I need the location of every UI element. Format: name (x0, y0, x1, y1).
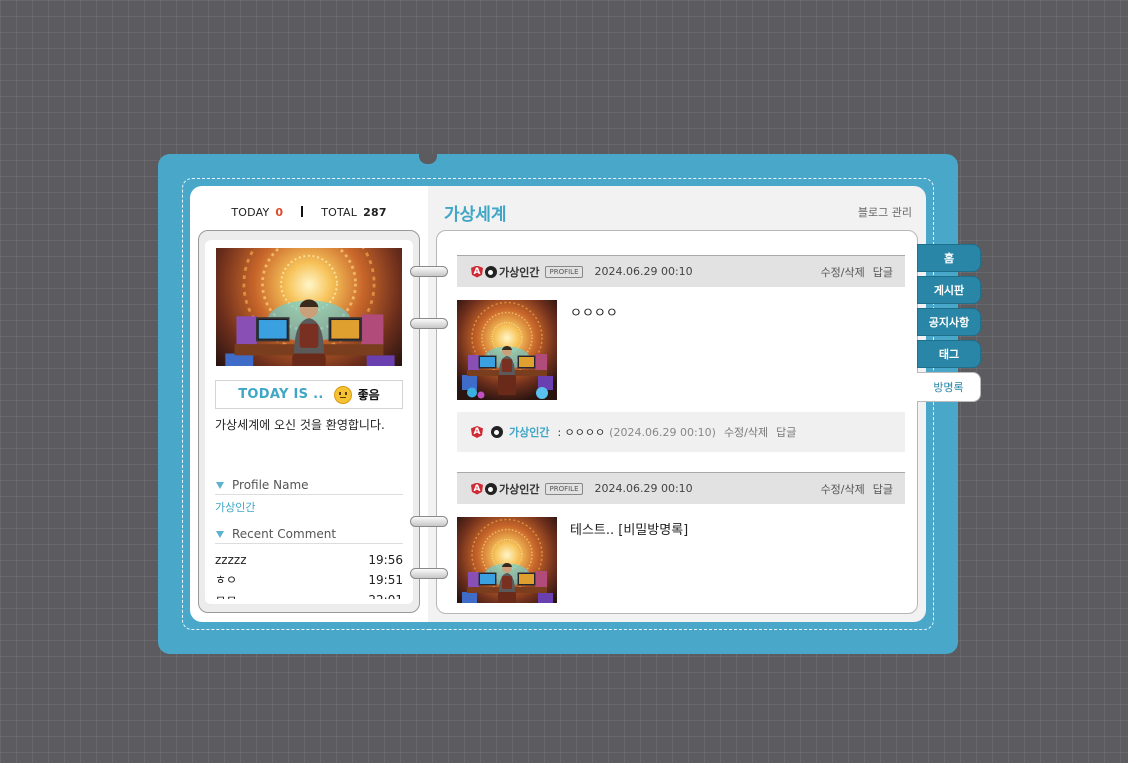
recent-comment-time: 19:56 (368, 553, 403, 567)
total-count: 287 (363, 206, 387, 219)
post-actions: 수정/삭제 답글 (813, 264, 893, 280)
angular-badge-icon: A (471, 482, 483, 495)
recent-comment-time: 22:01 (368, 591, 403, 599)
today-mood-box: TODAY IS .. 좋음 (215, 380, 403, 409)
tab-notice[interactable]: 공지사항 (917, 308, 981, 336)
mood-text: 좋음 (357, 388, 380, 402)
total-label: TOTAL (321, 206, 358, 219)
blog-title[interactable]: 가상세계 (444, 200, 507, 225)
tab-guestbook[interactable]: 방명록 (917, 372, 981, 402)
user-badge-icon (485, 265, 497, 278)
comment-row: A 가상인간 : ㅇㅇㅇㅇ (2024.06.29 00:10) 수정/삭제 답… (457, 412, 905, 452)
comment-date: (2024.06.29 00:10) (609, 425, 716, 439)
post-author-image (457, 517, 557, 603)
user-badge-icon (491, 426, 503, 438)
recent-comment-item[interactable]: ㅎㅇ 19:51 (215, 571, 403, 591)
edit-delete-link[interactable]: 수정/삭제 (821, 483, 865, 496)
post-text: 테스트.. [비밀방명록] (570, 523, 689, 538)
recent-comment-item[interactable]: ㅁㅁ 22:01 (215, 591, 403, 599)
reply-link[interactable]: 답글 (873, 266, 893, 279)
comment-text: : ㅇㅇㅇㅇ (557, 426, 606, 439)
profile-image (216, 248, 402, 366)
recent-comment-text: ㅎㅇ (215, 573, 238, 587)
recent-comment-text: ㅁㅁ (215, 591, 237, 599)
post-header: A 가상인간 PROFILE 2024.06.29 00:10 수정/삭제 답글 (457, 472, 905, 504)
binder-ring (410, 516, 448, 527)
profile-name-link[interactable]: 가상인간 (215, 499, 255, 515)
tab-board[interactable]: 게시판 (917, 276, 981, 304)
profile-name-heading: Profile Name (215, 478, 403, 495)
binder-ring (410, 318, 448, 329)
recent-comment-list: zzzzz 19:56 ㅎㅇ 19:51 ㅁㅁ 22:01 (215, 551, 403, 599)
mood-emoji-icon (333, 385, 352, 404)
post-author[interactable]: 가상인간 (499, 481, 539, 497)
tab-tag[interactable]: 태그 (917, 340, 981, 368)
today-label: TODAY (231, 206, 270, 219)
post-actions: 수정/삭제 답글 (813, 481, 893, 497)
counter-divider (301, 206, 304, 217)
angular-badge-icon: A (471, 426, 483, 438)
user-badge-icon (485, 482, 497, 495)
recent-comment-item[interactable]: zzzzz 19:56 (215, 551, 403, 571)
tab-home[interactable]: 홈 (917, 244, 981, 272)
recent-comment-time: 19:51 (368, 573, 403, 587)
profile-name-title: Profile Name (232, 478, 309, 492)
binder-ring (410, 568, 448, 579)
today-count: 0 (275, 206, 284, 219)
triangle-down-icon (216, 530, 224, 538)
recent-comment-title: Recent Comment (232, 527, 337, 541)
binder-ring (410, 266, 448, 277)
post-date: 2024.06.29 00:10 (594, 482, 693, 495)
profile-tag[interactable]: PROFILE (545, 482, 583, 495)
profile-tag[interactable]: PROFILE (545, 265, 583, 278)
triangle-down-icon (216, 481, 224, 489)
recent-comment-text: zzzzz (215, 553, 247, 567)
recent-comment-heading: Recent Comment (215, 527, 403, 544)
blog-manage-link[interactable]: 블로그 관리 (820, 204, 912, 220)
today-is-label: TODAY IS .. (238, 387, 324, 402)
post-text: ㅇㅇㅇㅇ (570, 306, 618, 321)
post-author[interactable]: 가상인간 (499, 264, 539, 280)
post-author-image (457, 300, 557, 400)
reply-link[interactable]: 답글 (873, 483, 893, 496)
angular-badge-icon: A (471, 265, 483, 278)
edit-delete-link[interactable]: 수정/삭제 (821, 266, 865, 279)
post-header: A 가상인간 PROFILE 2024.06.29 00:10 수정/삭제 답글 (457, 255, 905, 287)
welcome-message: 가상세계에 오신 것을 환영합니다. (215, 418, 385, 432)
comment-edit-delete-link[interactable]: 수정/삭제 (724, 424, 768, 440)
visitor-counter: TODAY 0 TOTAL 287 (190, 206, 428, 219)
comment-reply-link[interactable]: 답글 (776, 424, 796, 440)
comment-author[interactable]: 가상인간 (509, 424, 549, 440)
post-date: 2024.06.29 00:10 (594, 265, 693, 278)
